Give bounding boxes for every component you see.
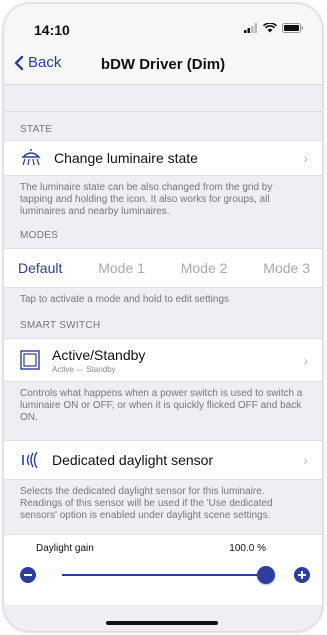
home-indicator: [106, 621, 218, 625]
daylight-gain-value: 100.0 %: [229, 543, 266, 554]
phone-screen: 14:10 Back bDW Driver (Dim) STATE Change…: [4, 4, 322, 631]
status-icons: [244, 23, 304, 33]
change-luminaire-state-label: Change luminaire state: [54, 150, 198, 166]
daylight-gain-label: Daylight gain: [36, 543, 94, 554]
status-bar: 14:10: [4, 4, 322, 46]
battery-icon: [282, 23, 303, 33]
daylight-sensor-icon: [22, 452, 38, 468]
mode-2[interactable]: Mode 2: [181, 260, 228, 276]
chevron-right-icon: ›: [303, 352, 308, 368]
daylight-gain-slider-thumb[interactable]: [257, 566, 275, 584]
switch-icon: [20, 350, 40, 370]
section-header-state: STATE: [4, 112, 322, 140]
change-luminaire-state-row[interactable]: Change luminaire state ›: [4, 140, 322, 176]
daylight-gain-slider-track[interactable]: [62, 574, 266, 576]
mode-selector: Default Mode 1 Mode 2 Mode 3: [4, 248, 322, 288]
signal-icon: [244, 23, 257, 33]
section-header-smart-switch: SMART SWITCH: [4, 314, 322, 338]
section-header-modes: MODES: [4, 226, 322, 248]
daylight-footer: Selects the dedicated daylight sensor fo…: [4, 480, 322, 534]
chevron-right-icon: ›: [303, 452, 308, 468]
navigation-bar: Back bDW Driver (Dim): [4, 46, 322, 85]
mode-1[interactable]: Mode 1: [98, 260, 145, 276]
chevron-right-icon: ›: [303, 150, 308, 166]
state-footer: The luminaire state can be also changed …: [4, 176, 322, 226]
dedicated-daylight-sensor-label: Dedicated daylight sensor: [52, 452, 214, 468]
modes-footer: Tap to activate a mode and hold to edit …: [4, 288, 322, 314]
top-spacer: [4, 85, 322, 112]
mode-3[interactable]: Mode 3: [263, 260, 310, 276]
active-standby-label: Active/Standby: [52, 346, 146, 363]
wifi-icon: [263, 23, 277, 33]
daylight-gain-row: Daylight gain 100.0 %: [4, 534, 322, 605]
decrease-gain-button[interactable]: [20, 567, 36, 583]
dedicated-daylight-sensor-row[interactable]: Dedicated daylight sensor ›: [4, 440, 322, 480]
active-standby-sublabel: Active ⇔ Standby: [52, 364, 116, 374]
mode-default[interactable]: Default: [18, 260, 62, 276]
increase-gain-button[interactable]: [294, 567, 310, 583]
status-time: 14:10: [34, 22, 70, 38]
active-standby-row[interactable]: Active/Standby Active ⇔ Standby ›: [4, 338, 322, 382]
page-title: bDW Driver (Dim): [100, 56, 226, 73]
luminaire-icon: [21, 149, 41, 166]
smart-switch-footer: Controls what happens when a power switc…: [4, 382, 322, 436]
